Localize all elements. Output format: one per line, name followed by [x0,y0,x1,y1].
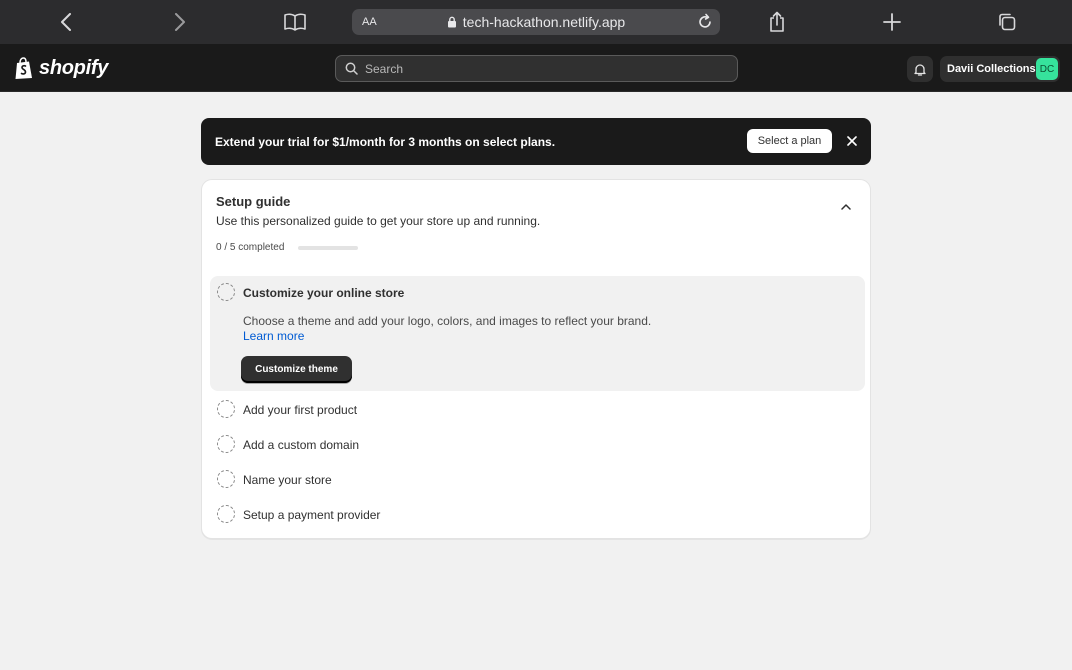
setup-guide-card: Setup guide Use this personalized guide … [201,179,871,539]
chevron-left-icon [61,13,71,31]
select-plan-button[interactable]: Select a plan [747,129,832,153]
step-incomplete-icon[interactable] [217,470,235,488]
step-description: Choose a theme and add your logo, colors… [243,314,652,328]
step-payment-provider[interactable]: Setup a payment provider [210,499,865,529]
reload-icon [699,13,711,28]
progress-text: 0 / 5 completed [216,242,285,253]
back-button[interactable] [51,8,81,36]
setup-guide-title: Setup guide [216,194,291,209]
trial-banner: Extend your trial for $1/month for 3 mon… [201,118,871,165]
step-label: Setup a payment provider [243,508,381,522]
step-label: Name your store [243,473,332,487]
bell-icon [914,63,926,76]
avatar: DC [1036,58,1058,80]
plus-icon [883,13,901,31]
chevron-up-icon [841,203,851,210]
search-bar[interactable] [335,55,738,82]
store-name: Davii Collections [947,63,1036,75]
step-incomplete-icon[interactable] [217,505,235,523]
book-icon [284,13,306,31]
chevron-right-icon [175,13,185,31]
shopify-logo[interactable]: shopify [14,56,108,80]
step-add-domain[interactable]: Add a custom domain [210,429,865,459]
new-tab-button[interactable] [877,8,907,36]
banner-text: Extend your trial for $1/month for 3 mon… [215,134,556,149]
browser-toolbar: AA tech-hackathon.netlify.app [0,0,1072,44]
search-icon [345,62,358,75]
reader-button[interactable] [280,8,310,36]
brand-wordmark: shopify [39,56,109,79]
search-input[interactable] [365,61,715,76]
step-label: Add a custom domain [243,438,360,452]
setup-guide-subtitle: Use this personalized guide to get your … [216,214,541,228]
customize-theme-button[interactable]: Customize theme [241,356,352,383]
store-menu-button[interactable]: Davii Collections DC [940,56,1060,82]
step-incomplete-icon[interactable] [217,400,235,418]
step-label: Add your first product [243,403,358,417]
reload-button[interactable] [696,13,714,31]
admin-topbar: shopify Davii Collections DC [0,44,1072,92]
shopping-bag-icon [15,56,32,79]
notifications-button[interactable] [907,56,933,82]
address-bar[interactable]: AA tech-hackathon.netlify.app [352,9,720,35]
tabs-icon [999,13,1016,31]
forward-button[interactable] [165,8,195,36]
close-icon [847,136,857,146]
step-add-product[interactable]: Add your first product [210,394,865,424]
step-incomplete-icon[interactable] [217,435,235,453]
share-button[interactable] [762,8,792,36]
step-name-store[interactable]: Name your store [210,464,865,494]
progress-bar [298,246,358,250]
url-text: tech-hackathon.netlify.app [462,14,626,30]
collapse-guide-button[interactable] [836,196,856,216]
share-icon [770,11,784,32]
dismiss-banner-button[interactable] [843,132,861,150]
lock-icon [447,16,456,28]
tabs-button[interactable] [992,8,1022,36]
step-customize-store[interactable]: Customize your online store Choose a the… [210,276,865,391]
step-incomplete-icon[interactable] [217,283,235,301]
step-title: Customize your online store [243,286,405,300]
learn-more-link[interactable]: Learn more [243,329,304,343]
